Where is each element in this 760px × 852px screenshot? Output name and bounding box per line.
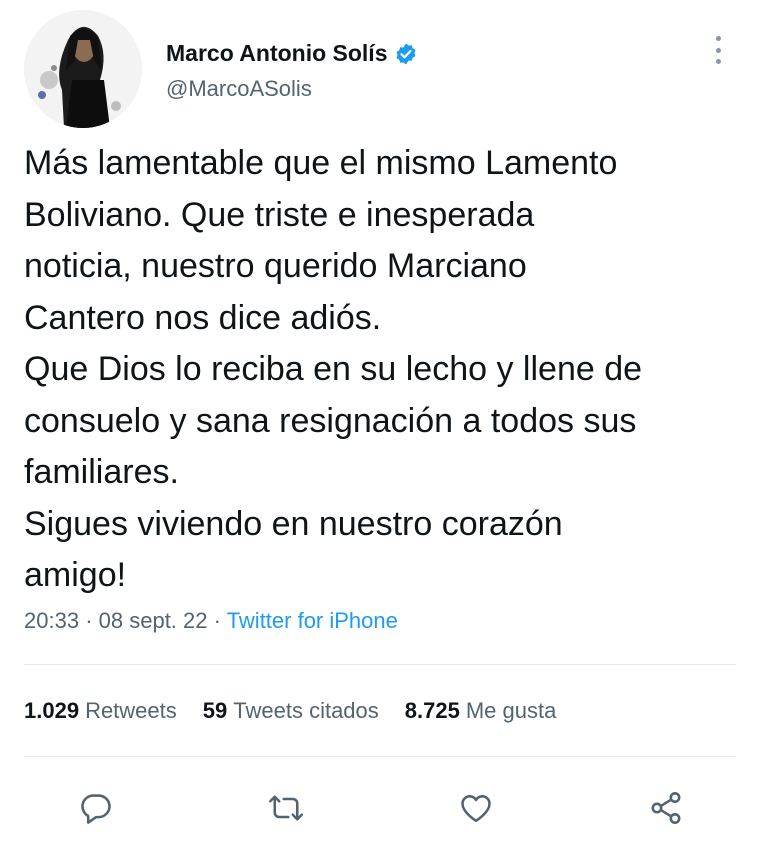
author-name-row: Marco Antonio Solís xyxy=(166,40,418,67)
retweets-stat[interactable]: 1.029 Retweets xyxy=(24,698,177,724)
meta-separator: · xyxy=(85,608,93,633)
avatar[interactable] xyxy=(24,10,142,128)
tweet-time[interactable]: 20:33 xyxy=(24,608,79,633)
reply-icon xyxy=(81,794,111,824)
divider xyxy=(24,756,736,757)
retweet-button[interactable] xyxy=(256,778,316,838)
quotes-stat[interactable]: 59 Tweets citados xyxy=(203,698,379,724)
author-name[interactable]: Marco Antonio Solís xyxy=(166,40,388,67)
likes-label: Me gusta xyxy=(465,698,557,723)
tweet-text: Más lamentable que el mismo Lamento Boli… xyxy=(24,144,643,594)
tweet-source[interactable]: Twitter for iPhone xyxy=(227,608,398,633)
tweet-meta: 20:33 · 08 sept. 22 · Twitter for iPhone xyxy=(24,608,398,634)
reply-button[interactable] xyxy=(66,778,126,838)
like-icon xyxy=(461,795,491,823)
author-handle[interactable]: @MarcoASolis xyxy=(166,76,312,102)
retweets-count: 1.029 xyxy=(24,698,80,723)
verified-badge-icon xyxy=(394,42,418,66)
tweet-header: Marco Antonio Solís @MarcoASolis xyxy=(24,10,736,128)
like-button[interactable] xyxy=(446,778,506,838)
likes-stat[interactable]: 8.725 Me gusta xyxy=(405,698,557,724)
share-icon xyxy=(651,792,681,824)
likes-count: 8.725 xyxy=(404,698,460,723)
tweet-date[interactable]: 08 sept. 22 xyxy=(99,608,208,633)
retweets-label: Retweets xyxy=(85,698,177,723)
meta-separator: · xyxy=(213,608,221,633)
quotes-label: Tweets citados xyxy=(233,698,379,723)
retweet-icon xyxy=(268,795,304,821)
action-bar xyxy=(0,778,760,838)
divider xyxy=(24,664,736,665)
share-button[interactable] xyxy=(636,778,696,838)
tweet-stats: 1.029 Retweets 59 Tweets citados 8.725 Me g… xyxy=(24,698,582,724)
quotes-count: 59 xyxy=(202,698,228,723)
more-icon[interactable] xyxy=(708,32,728,68)
